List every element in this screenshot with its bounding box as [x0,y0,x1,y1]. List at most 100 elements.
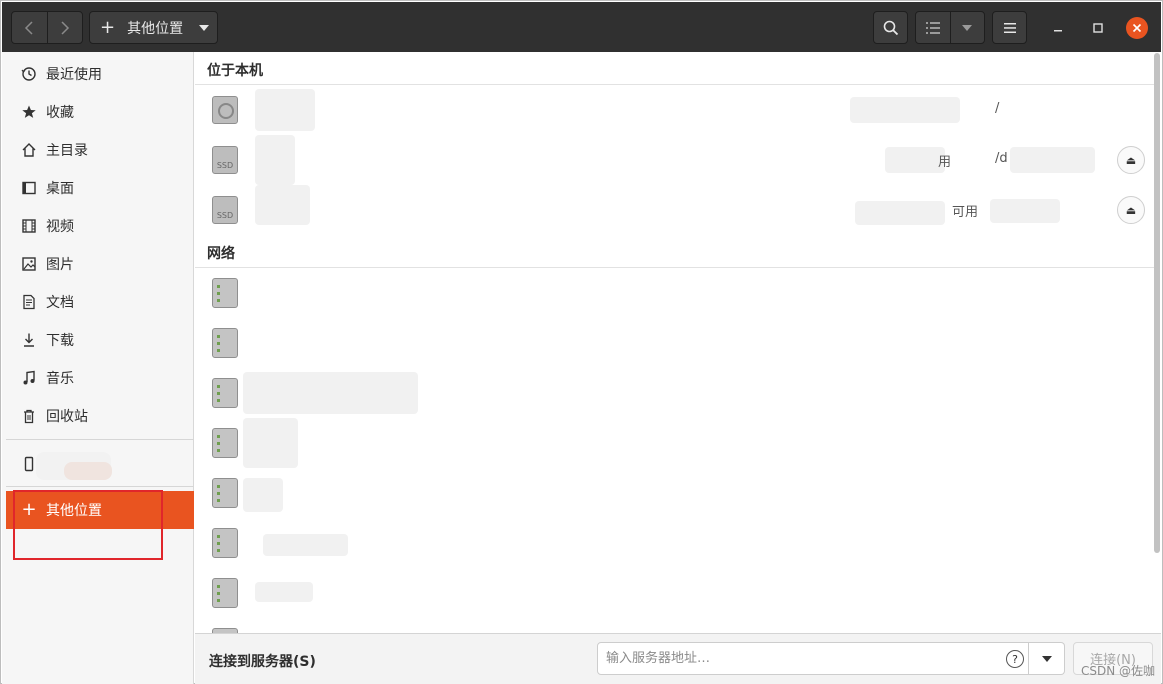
nav-buttons [11,11,83,44]
network-server-icon [212,578,238,608]
redacted-area [855,201,945,225]
maximize-button[interactable] [1087,17,1109,39]
close-button[interactable] [1126,17,1148,39]
local-row-ssd-2[interactable]: SSD 可用 ⏏ [195,185,1159,235]
local-row-root[interactable]: / [195,85,1159,135]
network-server-icon [212,328,238,358]
back-button[interactable] [12,12,47,43]
search-button[interactable] [873,11,908,44]
sidebar-item-documents[interactable]: 文档 [6,283,194,321]
files-window: + 其他位置 最近使用 收藏 主目录 桌面 视频 图片 文档 下载 音乐 回收站… [0,0,1163,684]
plus-icon: + [100,16,116,38]
music-icon [20,369,38,387]
hamburger-icon [1003,22,1016,33]
network-row[interactable] [195,618,1159,633]
eject-button[interactable]: ⏏ [1117,146,1145,174]
sidebar-item-label: 最近使用 [46,67,102,83]
network-row[interactable] [195,518,1159,568]
redacted-area [850,97,960,123]
network-server-icon [212,478,238,508]
list-view-button[interactable] [916,12,950,43]
connect-server-label: 连接到服务器(S) [209,654,316,670]
sidebar-item-label: 音乐 [46,371,74,387]
local-row-ssd-1[interactable]: SSD 用 /d ⏏ [195,135,1159,185]
sidebar-item-other-locations[interactable]: + 其他位置 [6,491,194,529]
sidebar-item-pictures[interactable]: 图片 [6,245,194,283]
list-view-icon [925,21,940,34]
sidebar-item-downloads[interactable]: 下载 [6,321,194,359]
picture-icon [20,255,38,273]
redacted-area [255,185,310,225]
eject-icon: ⏏ [1125,203,1137,217]
trash-icon [20,407,38,425]
clock-icon [20,65,38,83]
scrollbar[interactable] [1154,53,1160,553]
redacted-area [990,199,1060,223]
sidebar-item-label: 图片 [46,257,74,273]
forward-button[interactable] [46,12,82,43]
network-row[interactable] [195,418,1159,468]
usage-text: 用 [938,155,952,170]
header-bar: + 其他位置 [2,2,1161,52]
watermark: CSDN @佐咖 [1081,664,1156,678]
menu-button[interactable] [992,11,1027,44]
help-icon[interactable]: ? [1006,650,1024,668]
recent-servers-dropdown[interactable] [1029,642,1065,675]
chevron-left-icon [25,20,34,35]
redacted-area [885,147,945,173]
ssd-icon: SSD [212,196,238,224]
view-options-button[interactable] [949,12,984,43]
mount-point: / [995,101,1000,116]
close-icon [1132,23,1142,33]
maximize-icon [1093,23,1103,33]
star-icon [20,103,38,121]
network-row[interactable] [195,468,1159,518]
other-locations-view: 位于本机 / SSD 用 /d ⏏ SSD 可用 ⏏ 网络 [195,52,1159,633]
caret-down-icon [962,24,973,31]
network-row[interactable] [195,368,1159,418]
sidebar-item-starred[interactable]: 收藏 [6,93,194,131]
mount-point: /d [995,151,1008,166]
document-icon [20,293,38,311]
sidebar-item-videos[interactable]: 视频 [6,207,194,245]
caret-down-icon [199,24,210,31]
sidebar: 最近使用 收藏 主目录 桌面 视频 图片 文档 下载 音乐 回收站 + 其他位置 [2,52,194,684]
redacted-area [243,372,418,414]
redacted-area [1010,147,1095,173]
sidebar-item-label: 桌面 [46,181,74,197]
caret-down-icon [1041,655,1052,662]
sidebar-item-recent[interactable]: 最近使用 [6,55,194,93]
sidebar-item-music[interactable]: 音乐 [6,359,194,397]
eject-icon: ⏏ [1125,153,1137,167]
sidebar-separator [6,486,194,487]
sidebar-item-label: 其他位置 [46,503,102,519]
redacted-area [255,89,315,131]
minimize-icon [1054,30,1062,32]
plus-icon: + [21,499,37,520]
connect-server-bar: 连接到服务器(S) ? 连接(N) [195,633,1161,684]
sidebar-item-label: 视频 [46,219,74,235]
network-server-icon [212,378,238,408]
network-row[interactable] [195,268,1159,318]
sidebar-item-label: 下载 [46,333,74,349]
network-row[interactable] [195,318,1159,368]
search-icon [883,20,898,35]
section-header-network: 网络 [207,246,235,262]
sidebar-item-trash[interactable]: 回收站 [6,397,194,435]
network-server-icon [212,428,238,458]
redacted-area [64,462,112,480]
server-address-input[interactable] [597,642,1029,675]
view-toggle-group [915,11,985,44]
eject-button[interactable]: ⏏ [1117,196,1145,224]
sidebar-item-home[interactable]: 主目录 [6,131,194,169]
redacted-area [243,418,298,468]
minimize-button[interactable] [1047,17,1069,39]
sidebar-item-desktop[interactable]: 桌面 [6,169,194,207]
sidebar-item-label: 收藏 [46,105,74,121]
path-bar-button[interactable]: + 其他位置 [89,11,218,44]
network-row[interactable] [195,568,1159,618]
network-server-icon [212,528,238,558]
sidebar-item-label: 文档 [46,295,74,311]
sidebar-item-label: 回收站 [46,409,88,425]
path-label: 其他位置 [127,20,184,37]
